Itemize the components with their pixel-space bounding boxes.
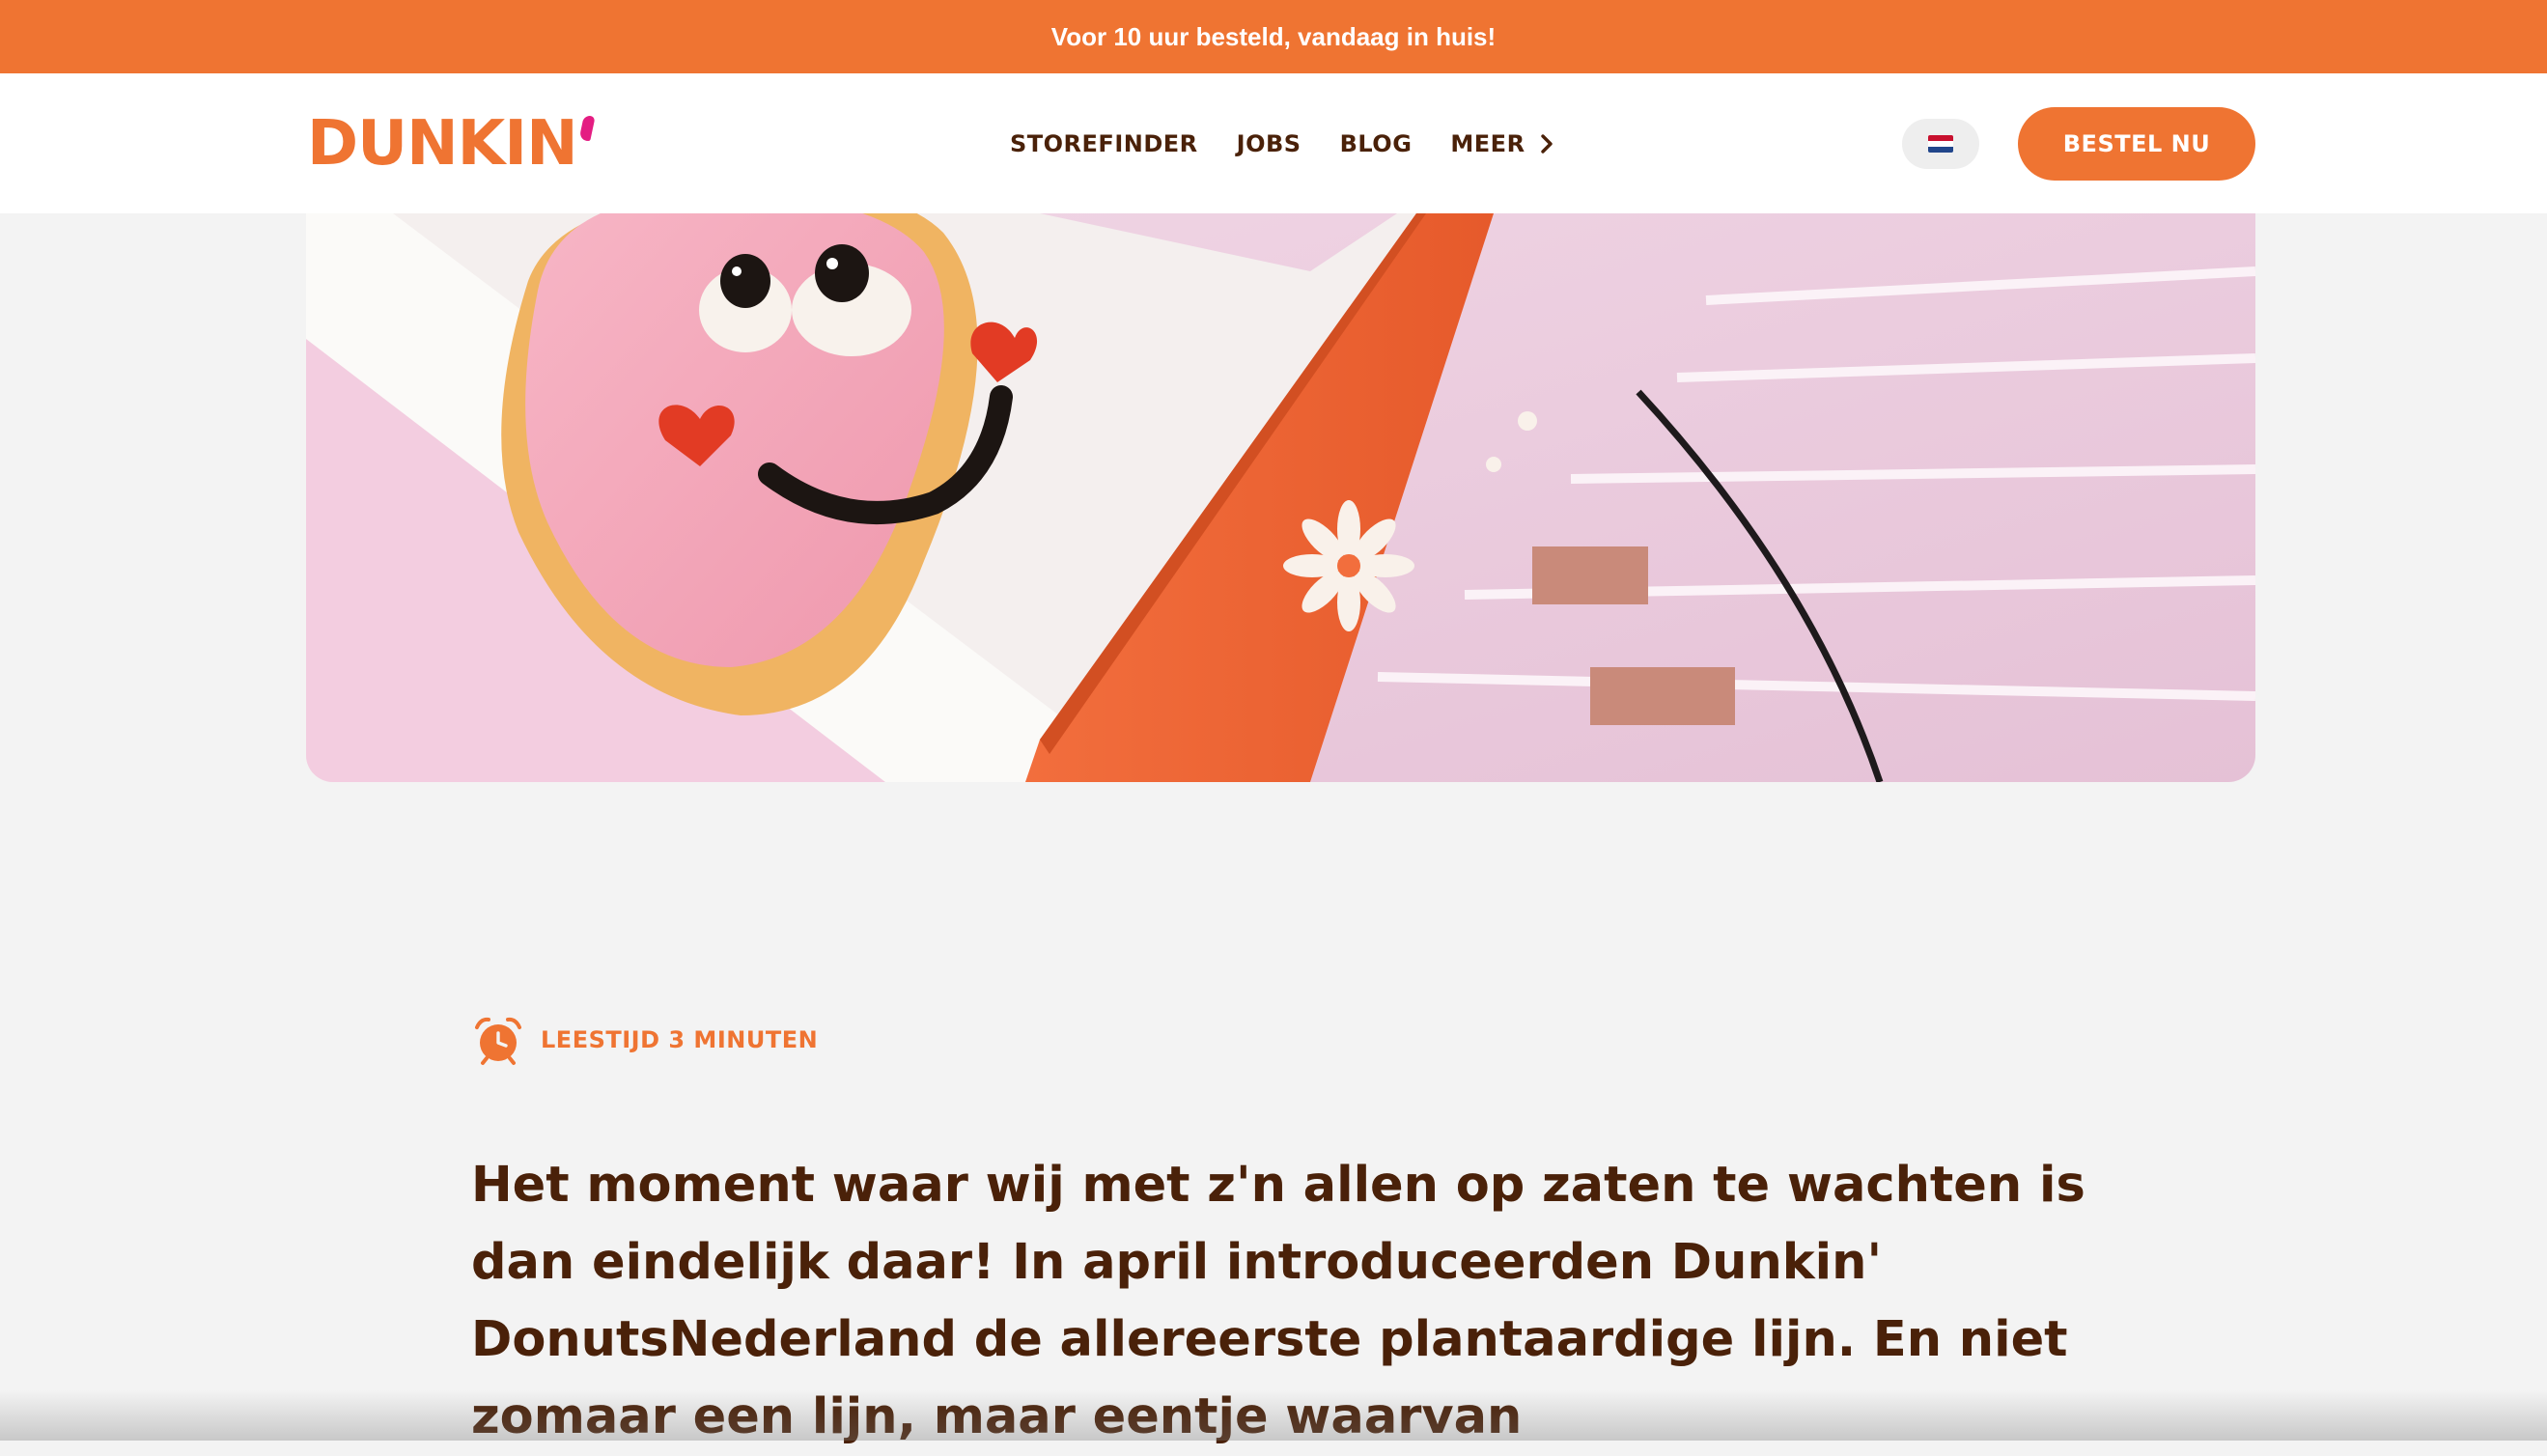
promo-text: Voor 10 uur besteld, vandaag in huis! bbox=[1050, 21, 1497, 51]
dutch-flag-icon bbox=[1928, 135, 1953, 153]
donut-photo bbox=[306, 213, 2255, 782]
nav-meer[interactable]: MEER bbox=[1450, 130, 1553, 157]
promo-banner: Voor 10 uur besteld, vandaag in huis! bbox=[0, 0, 2547, 73]
reading-time-label: LEESTIJD 3 MINUTEN bbox=[541, 1026, 819, 1053]
hero-image bbox=[306, 213, 2255, 782]
nav-jobs[interactable]: JOBS bbox=[1237, 130, 1301, 157]
logo-text: DUNKIN bbox=[307, 108, 578, 180]
article-intro: Het moment waar wij met z'n allen op zat… bbox=[471, 1157, 2085, 1445]
nav-jobs-label: JOBS bbox=[1236, 129, 1301, 157]
nav-storefinder-label: STOREFINDER bbox=[1010, 129, 1198, 157]
site-header: DUNKIN STOREFINDER JOBS BLOG MEER BESTEL… bbox=[0, 73, 2547, 213]
logo-apostrophe bbox=[577, 116, 596, 141]
nav-meer-label: MEER bbox=[1450, 129, 1525, 157]
order-now-label: BESTEL NU bbox=[2062, 130, 2211, 157]
language-selector[interactable] bbox=[1902, 119, 1979, 169]
nav-blog[interactable]: BLOG bbox=[1340, 130, 1413, 157]
alarm-clock-icon bbox=[475, 1017, 521, 1065]
chevron-right-icon bbox=[1540, 133, 1553, 154]
main-nav: STOREFINDER JOBS BLOG MEER bbox=[1010, 73, 1554, 213]
dunkin-logo[interactable]: DUNKIN bbox=[307, 108, 596, 180]
reading-time: LEESTIJD 3 MINUTEN bbox=[471, 1014, 818, 1066]
nav-blog-label: BLOG bbox=[1339, 129, 1413, 157]
nav-storefinder[interactable]: STOREFINDER bbox=[1010, 130, 1198, 157]
order-now-button[interactable]: BESTEL NU bbox=[2018, 107, 2255, 181]
